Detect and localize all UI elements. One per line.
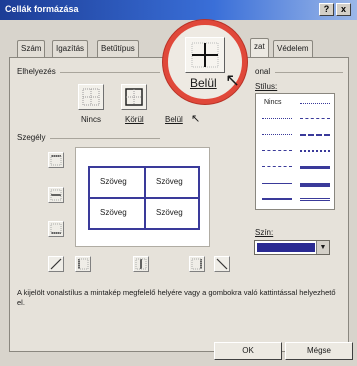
style-thin-option[interactable]: [262, 183, 292, 184]
color-label: Szín:: [255, 228, 274, 237]
border-left-button[interactable]: [75, 256, 91, 272]
tab-label: Igazítás: [56, 44, 85, 53]
border-diagonal-up-button[interactable]: [48, 256, 64, 272]
preview-cell: Szöveg: [156, 177, 183, 186]
border-divider: [50, 138, 160, 139]
tab-betutipus[interactable]: Betűtípus: [97, 40, 139, 57]
close-button[interactable]: x: [336, 3, 351, 16]
preview-grid: Szöveg Szöveg Szöveg Szöveg: [88, 166, 200, 230]
border-right-icon: [191, 258, 202, 270]
border-bottom-button[interactable]: [48, 221, 64, 237]
border-left-icon: [78, 258, 89, 270]
line-heading: onal: [255, 67, 271, 76]
tab-szegely[interactable]: zat: [250, 38, 269, 58]
title-bar: Cellák formázása ? x: [0, 0, 357, 20]
style-hair-option[interactable]: [262, 118, 292, 119]
style-label: Stílus:: [255, 82, 278, 91]
mouse-cursor-icon: ↖: [191, 113, 201, 125]
placement-divider: [60, 72, 160, 73]
placement-heading: Elhelyezés: [17, 67, 56, 76]
preset-none-label: Nincs: [81, 115, 102, 124]
window-title: Cellák formázása: [5, 4, 79, 14]
style-dot2-option[interactable]: [262, 134, 292, 135]
style-dash2-option[interactable]: [262, 150, 292, 151]
border-top-icon: [50, 155, 62, 166]
style-dashed-option[interactable]: [300, 134, 330, 136]
preset-outline-button[interactable]: [121, 84, 147, 110]
diagonal-down-icon: [216, 258, 228, 270]
border-middle-horizontal-button[interactable]: [48, 187, 64, 203]
border-outline-icon: [125, 88, 143, 106]
tab-vedelem[interactable]: Védelem: [273, 40, 313, 57]
preset-outline-label: Körül: [125, 115, 144, 124]
line-style-list[interactable]: Nincs: [255, 93, 335, 210]
border-preview[interactable]: Szöveg Szöveg Szöveg Szöveg: [75, 147, 210, 247]
tab-label: Védelem: [277, 44, 309, 53]
line-divider: [275, 72, 343, 73]
tab-label: Szám: [21, 44, 42, 53]
border-right-button[interactable]: [189, 256, 205, 272]
style-dash3-option[interactable]: [262, 166, 292, 167]
border-diagonal-down-button[interactable]: [214, 256, 230, 272]
preview-cell: Szöveg: [156, 208, 183, 217]
diagonal-up-icon: [50, 258, 62, 270]
preset-inside-button[interactable]: [185, 37, 225, 73]
border-none-icon: [82, 88, 100, 106]
style-thicker-option[interactable]: [300, 183, 330, 187]
style-dashdot-option[interactable]: [300, 118, 330, 119]
magnified-cursor-icon: ↖: [225, 70, 241, 90]
cancel-button[interactable]: Mégse: [285, 342, 353, 360]
hint-text: A kijelölt vonalstílus a mintakép megfel…: [17, 288, 336, 307]
border-bottom-icon: [50, 223, 62, 234]
style-thick-option[interactable]: [300, 166, 330, 169]
style-none-option[interactable]: Nincs: [264, 99, 282, 106]
color-select[interactable]: ▼: [254, 240, 330, 255]
chevron-down-icon[interactable]: ▼: [316, 241, 329, 254]
tab-igazitas[interactable]: Igazítás: [52, 40, 89, 57]
preset-inside-label: Belül: [165, 115, 183, 124]
ok-button[interactable]: OK: [214, 342, 282, 360]
style-dotted-option[interactable]: [300, 103, 330, 104]
style-dotted-thick-option[interactable]: [300, 150, 330, 152]
border-inside-vertical-icon: [135, 258, 147, 270]
border-middle-vertical-button[interactable]: [133, 256, 149, 272]
preview-inner-vertical: [144, 168, 146, 228]
preview-cell: Szöveg: [100, 208, 127, 217]
border-heading: Szegély: [17, 133, 46, 142]
color-swatch: [257, 243, 315, 252]
tab-label: Betűtípus: [101, 44, 135, 53]
preset-none-button[interactable]: [78, 84, 104, 110]
magnifier-callout: Belül ↖: [163, 20, 247, 104]
style-double-option[interactable]: [300, 198, 330, 201]
tab-szam[interactable]: Szám: [17, 40, 46, 57]
style-medium-option[interactable]: [262, 198, 292, 200]
help-button[interactable]: ?: [319, 3, 334, 16]
preview-cell: Szöveg: [100, 177, 127, 186]
border-inside-horizontal-icon: [50, 189, 62, 201]
tab-label: zat: [254, 42, 265, 51]
magnified-inside-label: Belül: [190, 76, 217, 90]
border-inside-icon: [191, 42, 219, 68]
border-top-button[interactable]: [48, 152, 64, 168]
